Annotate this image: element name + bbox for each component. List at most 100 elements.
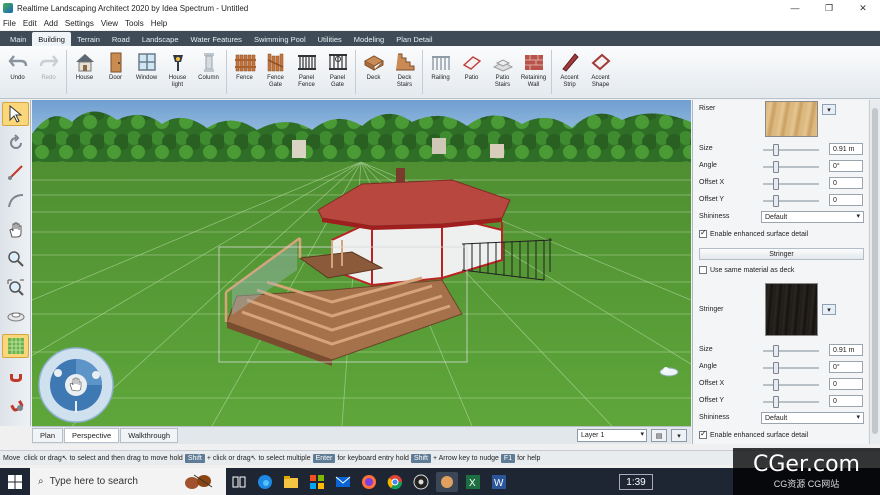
offset-y-field[interactable]: 0 xyxy=(829,194,863,206)
recording-timer[interactable]: 1:39 xyxy=(619,474,653,490)
size-label: Size xyxy=(699,145,713,152)
fence-gate-button[interactable]: Fence Gate xyxy=(260,46,291,98)
door-button[interactable]: Door xyxy=(100,46,131,98)
stringer-size-field[interactable]: 0.91 m xyxy=(829,344,863,356)
menu-add[interactable]: Add xyxy=(44,19,58,28)
panel-scrollbar[interactable] xyxy=(869,100,880,444)
tab-terrain[interactable]: Terrain xyxy=(71,32,106,46)
menu-help[interactable]: Help xyxy=(151,19,167,28)
select-arrow-icon[interactable] xyxy=(2,102,29,126)
excel-icon[interactable]: X xyxy=(462,472,484,492)
fence-button[interactable]: Fence xyxy=(229,46,260,98)
house-light-button[interactable]: House light xyxy=(162,46,193,98)
tab-swimming-pool[interactable]: Swimming Pool xyxy=(248,32,312,46)
size-field[interactable]: 0.91 m xyxy=(829,143,863,155)
accent-shape-button[interactable]: Accent Shape xyxy=(585,46,616,98)
magnet-icon[interactable] xyxy=(2,363,29,387)
railing-button[interactable]: Railing xyxy=(425,46,456,98)
stringer-material-swatch[interactable] xyxy=(765,283,818,336)
taskbar-search-box[interactable]: ⌕ Type here to search xyxy=(30,468,226,495)
patio-stairs-button[interactable]: Patio Stairs xyxy=(487,46,518,98)
chevron-down-icon: ▾ xyxy=(640,431,644,438)
rotate-icon[interactable] xyxy=(2,131,29,155)
stringer-material-dropdown[interactable]: ▾ xyxy=(822,304,836,315)
zoom-extents-icon[interactable] xyxy=(2,276,29,300)
stringer-enhanced-surface-checkbox[interactable]: Enable enhanced surface detail xyxy=(699,429,808,439)
undo-button[interactable]: Undo xyxy=(2,46,33,98)
enhanced-surface-checkbox[interactable]: Enable enhanced surface detail xyxy=(699,228,808,238)
tab-perspective-view[interactable]: Perspective xyxy=(64,428,120,443)
menu-settings[interactable]: Settings xyxy=(65,19,94,28)
layer-menu-button[interactable]: ▾ xyxy=(671,429,687,442)
obs-icon[interactable] xyxy=(410,472,432,492)
stringer-section-header[interactable]: Stringer xyxy=(699,248,864,260)
stringer-angle-slider[interactable] xyxy=(763,362,819,374)
windows-start-button[interactable] xyxy=(0,468,30,495)
tab-building[interactable]: Building xyxy=(32,32,71,46)
layer-select[interactable]: Layer 1 ▾ xyxy=(577,429,647,442)
tab-walkthrough-view[interactable]: Walkthrough xyxy=(120,428,179,443)
offset-x-slider[interactable] xyxy=(763,178,819,190)
size-slider[interactable] xyxy=(763,144,819,156)
deck-button[interactable]: Deck xyxy=(358,46,389,98)
stringer-angle-field[interactable]: 0° xyxy=(829,361,863,373)
menu-edit[interactable]: Edit xyxy=(23,19,37,28)
edge-icon[interactable] xyxy=(254,472,276,492)
store-icon[interactable] xyxy=(306,472,328,492)
tab-plan-detail[interactable]: Plan Detail xyxy=(390,32,438,46)
file-explorer-icon[interactable] xyxy=(280,472,302,492)
word-icon[interactable]: W xyxy=(488,472,510,492)
tab-road[interactable]: Road xyxy=(106,32,136,46)
stringer-offset-x-field[interactable]: 0 xyxy=(829,378,863,390)
tab-modeling[interactable]: Modeling xyxy=(348,32,390,46)
orbit-icon[interactable] xyxy=(2,305,29,329)
maximize-button[interactable]: ❐ xyxy=(812,0,846,16)
angle-field[interactable]: 0° xyxy=(829,160,863,172)
menu-file[interactable]: File xyxy=(3,19,16,28)
offset-y-slider[interactable] xyxy=(763,195,819,207)
tab-plan-view[interactable]: Plan xyxy=(32,428,64,443)
measure-icon[interactable] xyxy=(2,160,29,184)
redo-button[interactable]: Redo xyxy=(33,46,64,98)
tab-water-features[interactable]: Water Features xyxy=(185,32,248,46)
hand-pan-icon[interactable] xyxy=(2,218,29,242)
house-button[interactable]: House xyxy=(69,46,100,98)
firefox-icon[interactable] xyxy=(358,472,380,492)
magnet-settings-icon[interactable] xyxy=(2,392,29,416)
stringer-offset-x-slider[interactable] xyxy=(763,379,819,391)
same-material-checkbox[interactable]: Use same material as deck xyxy=(699,266,794,274)
tab-landscape[interactable]: Landscape xyxy=(136,32,185,46)
menu-view[interactable]: View xyxy=(101,19,118,28)
menu-tools[interactable]: Tools xyxy=(125,19,144,28)
close-button[interactable]: ✕ xyxy=(846,0,880,16)
riser-material-swatch[interactable] xyxy=(765,101,818,137)
stringer-offset-y-slider[interactable] xyxy=(763,396,819,408)
stringer-size-slider[interactable] xyxy=(763,345,819,357)
chrome-icon[interactable] xyxy=(384,472,406,492)
arc-icon[interactable] xyxy=(2,189,29,213)
riser-material-dropdown[interactable]: ▾ xyxy=(822,104,836,115)
grid-toggle-icon[interactable] xyxy=(2,334,29,358)
tab-utilities[interactable]: Utilities xyxy=(312,32,348,46)
offset-x-field[interactable]: 0 xyxy=(829,177,863,189)
minimize-button[interactable]: — xyxy=(778,0,812,16)
stringer-shininess-select[interactable]: Default ▾ xyxy=(761,412,864,424)
accent-strip-button[interactable]: Accent Strip xyxy=(554,46,585,98)
mail-icon[interactable] xyxy=(332,472,354,492)
zoom-icon[interactable] xyxy=(2,247,29,271)
retaining-wall-button[interactable]: Retaining Wall xyxy=(518,46,549,98)
task-view-icon[interactable] xyxy=(228,472,250,492)
window-button[interactable]: Window xyxy=(131,46,162,98)
tab-main[interactable]: Main xyxy=(4,32,32,46)
shininess-select[interactable]: Default ▾ xyxy=(761,211,864,223)
3d-viewport[interactable] xyxy=(32,100,691,426)
landscaping-app-icon[interactable] xyxy=(436,471,458,492)
stringer-offset-y-field[interactable]: 0 xyxy=(829,395,863,407)
column-button[interactable]: Column xyxy=(193,46,224,98)
deck-stairs-button[interactable]: Deck Stairs xyxy=(389,46,420,98)
patio-button[interactable]: Patio xyxy=(456,46,487,98)
panel-gate-button[interactable]: Panel Gate xyxy=(322,46,353,98)
layer-settings-button[interactable]: ▤ xyxy=(651,429,667,442)
angle-slider[interactable] xyxy=(763,161,819,173)
panel-fence-button[interactable]: Panel Fence xyxy=(291,46,322,98)
